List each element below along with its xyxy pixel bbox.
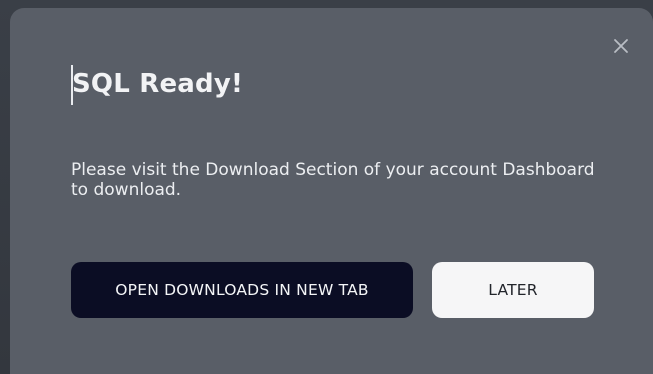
close-button[interactable] (611, 36, 631, 56)
later-button[interactable]: LATER (432, 262, 594, 318)
dialog-message: Please visit the Download Section of you… (71, 160, 595, 200)
open-downloads-button[interactable]: OPEN DOWNLOADS IN NEW TAB (71, 262, 413, 318)
close-icon (614, 39, 628, 53)
dialog-title: SQL Ready! (72, 69, 244, 99)
download-ready-dialog: SQL Ready! Please visit the Download Sec… (10, 8, 653, 374)
